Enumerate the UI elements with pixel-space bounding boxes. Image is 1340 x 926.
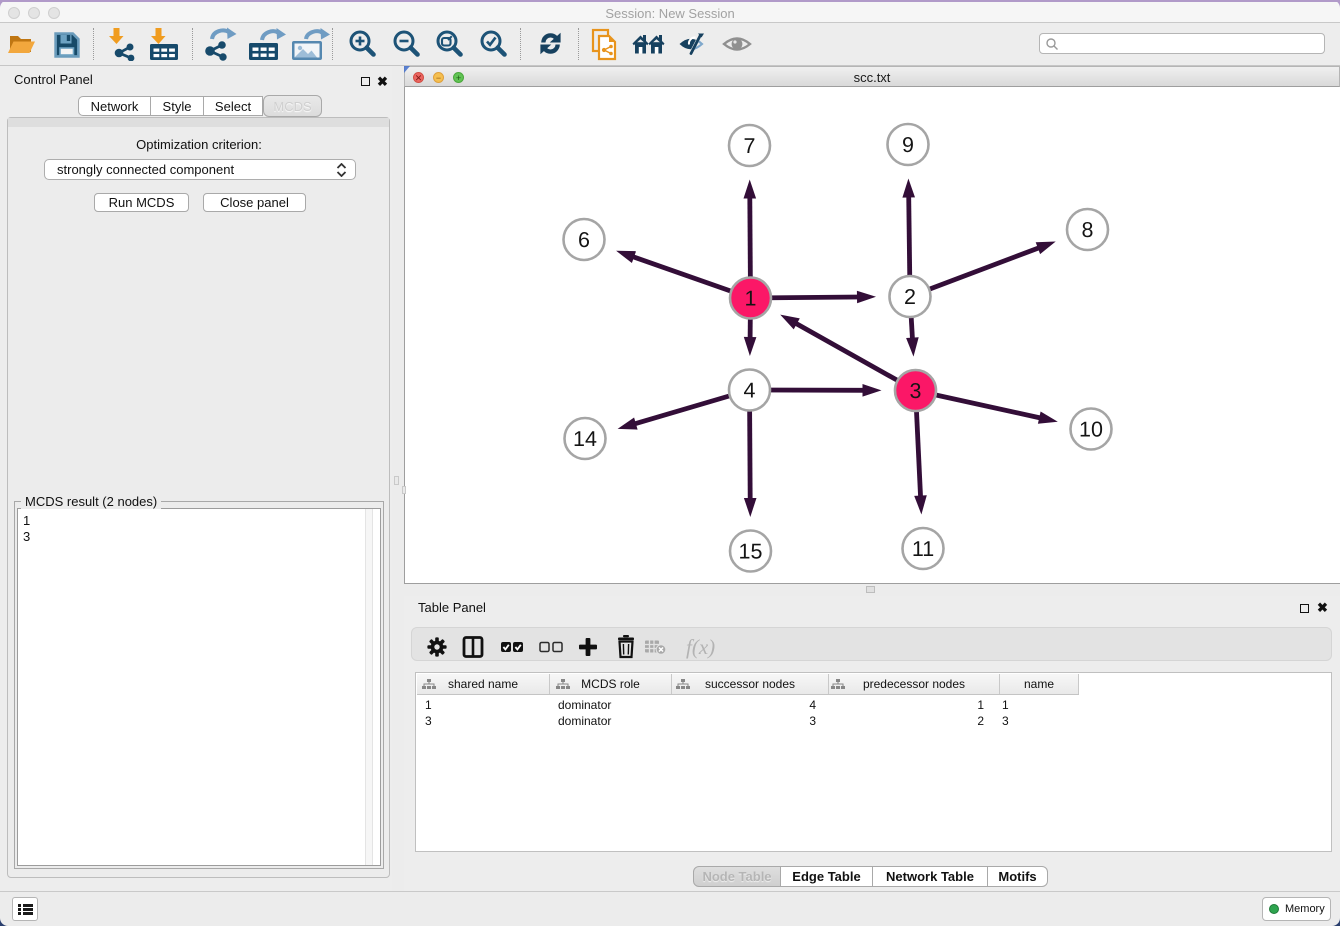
svg-text:6: 6	[578, 228, 590, 252]
svg-text:15: 15	[739, 540, 763, 564]
svg-text:3: 3	[910, 379, 922, 403]
svg-text:7: 7	[744, 134, 756, 158]
svg-text:4: 4	[744, 379, 756, 403]
svg-text:1: 1	[745, 287, 757, 311]
svg-text:f(x): f(x)	[686, 635, 715, 659]
svg-text:2: 2	[904, 285, 916, 309]
svg-text:11: 11	[912, 537, 934, 561]
svg-text:10: 10	[1079, 418, 1103, 442]
svg-text:14: 14	[573, 427, 597, 451]
svg-text:9: 9	[902, 133, 914, 157]
svg-text:8: 8	[1082, 218, 1094, 242]
